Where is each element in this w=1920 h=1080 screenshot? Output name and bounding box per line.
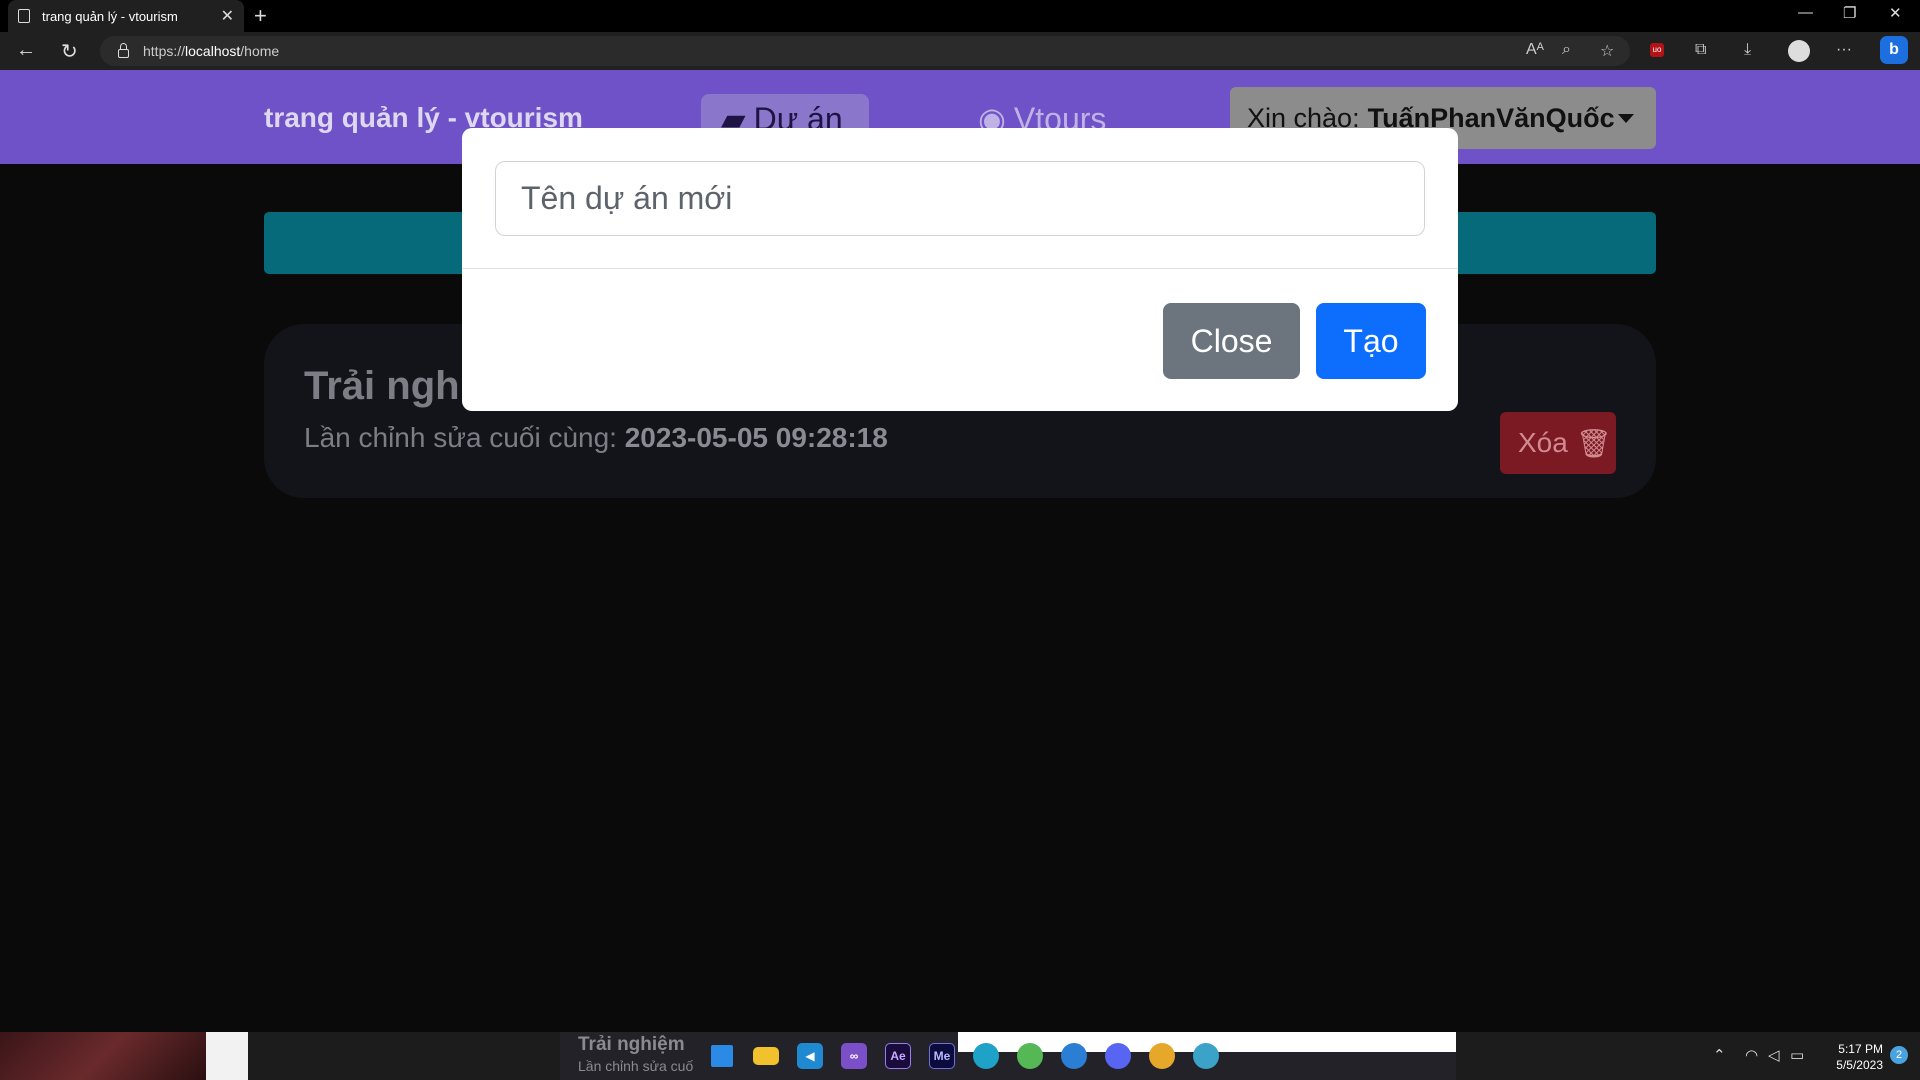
taskbar-thumbnail-edge [206,1032,248,1080]
project-name-input[interactable] [495,161,1425,236]
tab-title: trang quản lý - vtourism [42,8,178,24]
trash-icon: 🗑 [1575,427,1612,459]
taskbar: Trải nghiệm Lần chỉnh sửa cuố ◀ ∞ Ae Me … [0,1032,1920,1080]
delete-label: Xóa [1518,427,1568,458]
read-aloud-icon[interactable]: Aᴬ [1526,41,1544,59]
chevron-down-icon [1618,114,1634,123]
url-text: https://localhost/home [143,43,280,59]
notification-badge[interactable]: 2 [1890,1046,1908,1064]
edge-beta-icon[interactable] [1052,1036,1096,1076]
preview-subtitle: Lần chỉnh sửa cuố [578,1058,694,1074]
vscode-icon[interactable]: ◀ [788,1036,832,1076]
edge-icon[interactable] [964,1036,1008,1076]
favorites-icon[interactable]: ☆ [1600,41,1614,61]
volume-icon[interactable]: ◁ [1768,1046,1780,1064]
profile-icon[interactable] [1788,40,1810,62]
new-project-modal: Close Tạo [462,128,1458,411]
file-explorer-icon[interactable] [744,1036,788,1076]
close-window-icon[interactable]: ✕ [1889,4,1902,22]
ublock-icon[interactable]: uo [1650,43,1664,57]
downloads-icon[interactable]: ⤓ [1744,41,1751,59]
zoom-icon[interactable]: ⌕ [1562,41,1571,59]
minimize-icon[interactable]: — [1798,4,1813,21]
preview-title: Trải nghiệm [578,1034,685,1055]
clock[interactable]: 5:17 PM 5/5/2023 [1823,1041,1883,1073]
browser-tab-bar: trang quản lý - vtourism ✕ + — ❐ ✕ [0,0,1920,32]
start-icon[interactable] [700,1036,744,1076]
delete-button[interactable]: Xóa 🗑 [1500,412,1616,474]
media-encoder-icon[interactable]: Me [920,1036,964,1076]
restore-icon[interactable]: ❐ [1843,4,1856,22]
lock-icon[interactable] [118,42,129,58]
clock-date: 5/5/2023 [1836,1058,1883,1072]
page-icon [18,9,30,23]
taskbar-thumbnail [0,1032,206,1080]
new-tab-icon[interactable]: + [254,3,267,29]
visual-studio-icon[interactable]: ∞ [832,1036,876,1076]
extensions-icon[interactable]: ⧉ [1695,41,1706,59]
battery-icon[interactable]: ▭ [1790,1046,1804,1064]
chrome-canary-icon[interactable] [1008,1036,1052,1076]
modal-divider [462,268,1458,269]
bing-icon[interactable]: b [1880,36,1908,64]
tab-close-icon[interactable]: ✕ [221,6,234,26]
discord-icon[interactable] [1096,1036,1140,1076]
more-icon[interactable]: ··· [1836,41,1852,59]
address-bar[interactable]: https://localhost/home [100,36,1630,66]
refresh-icon[interactable]: ↻ [61,39,78,64]
back-icon[interactable]: ← [16,39,36,62]
taskbar-apps: ◀ ∞ Ae Me [700,1036,1228,1076]
clock-time: 5:17 PM [1838,1042,1883,1056]
chrome-dev-icon[interactable] [1140,1036,1184,1076]
edge-dev-icon[interactable] [1184,1036,1228,1076]
after-effects-icon[interactable]: Ae [876,1036,920,1076]
create-button[interactable]: Tạo [1316,303,1426,379]
browser-tab[interactable]: trang quản lý - vtourism ✕ [8,0,244,32]
project-last-edited: Lần chỉnh sửa cuối cùng: 2023-05-05 09:2… [304,422,888,453]
close-button[interactable]: Close [1163,303,1300,379]
chevron-up-icon[interactable]: ⌃ [1713,1046,1726,1064]
wifi-icon[interactable]: ◠ [1745,1046,1758,1064]
browser-toolbar: ← ↻ https://localhost/home Aᴬ ⌕ ☆ uo ⧉ ⤓… [0,32,1920,70]
